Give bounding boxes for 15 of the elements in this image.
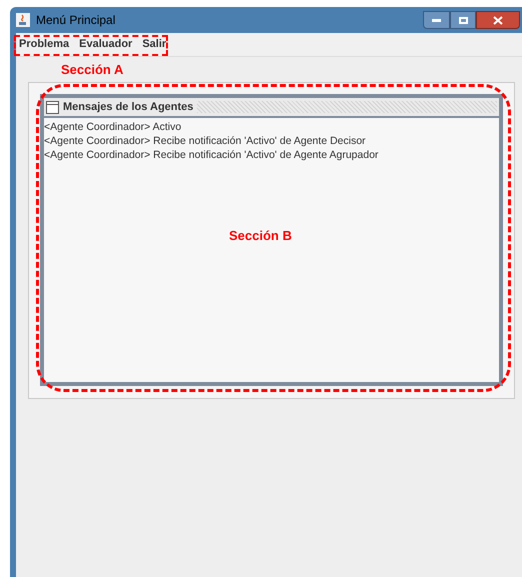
- maximize-button[interactable]: [450, 11, 476, 29]
- message-line: <Agente Coordinador> Activo: [44, 120, 182, 134]
- window-title: Menú Principal: [36, 12, 116, 29]
- close-icon: [493, 16, 503, 24]
- message-line: <Agente Coordinador> Recibe notificación 'Activo' de Agente Agrupador: [44, 148, 380, 162]
- frame-icon: [46, 100, 59, 114]
- java-cup-icon: [16, 13, 30, 27]
- annotation-label: Sección B: [229, 227, 292, 245]
- menu-item[interactable]: Evaluador: [79, 36, 132, 53]
- close-button[interactable]: [476, 11, 520, 29]
- minimize-button[interactable]: [423, 11, 450, 29]
- menu-item[interactable]: Salir: [142, 36, 166, 53]
- message-line: <Agente Coordinador> Recibe notificación 'Activo' de Agente Decisor: [44, 134, 367, 148]
- menu-item[interactable]: Problema: [19, 36, 70, 53]
- annotation-label: Sección A: [61, 60, 124, 79]
